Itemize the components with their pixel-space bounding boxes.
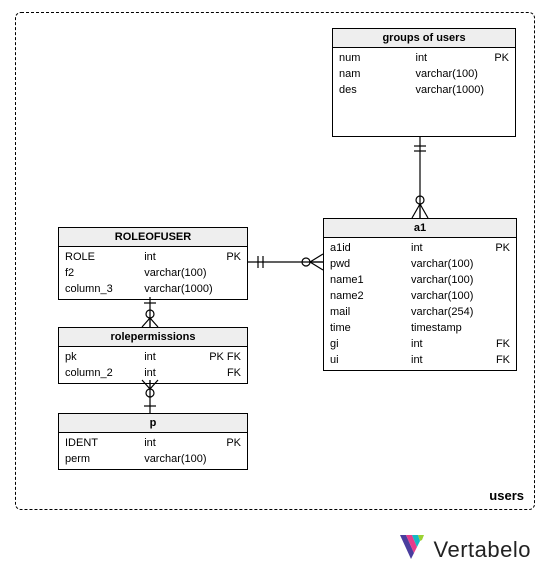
col-type: varchar(100) [144,452,217,466]
table-row: IDENT int PK [59,435,247,451]
col-type: varchar(1000) [144,282,217,296]
table-row: time timestamp [324,320,516,336]
col-key [486,289,510,303]
col-key: PK [486,241,510,255]
col-key [486,273,510,287]
col-key [217,266,241,280]
area-label: users [489,488,524,503]
entity-title: groups of users [333,29,515,48]
brand: Vertabelo [400,535,531,564]
col-key: PK [217,250,241,264]
entity-roleofuser[interactable]: ROLEOFUSER ROLE int PK f2 varchar(100) c… [58,227,248,300]
col-name: ui [330,353,411,367]
col-key [217,452,241,466]
col-name: nam [339,67,416,81]
col-name: pwd [330,257,411,271]
col-name: time [330,321,411,335]
col-type: int [411,337,486,351]
col-name: gi [330,337,411,351]
entity-body: a1id int PK pwd varchar(100) name1 varch… [324,238,516,370]
col-key: PK [485,51,509,65]
col-key [486,257,510,271]
col-type: varchar(100) [416,67,486,81]
table-row: mail varchar(254) [324,304,516,320]
table-row: pk int PK FK [59,349,247,365]
col-name: a1id [330,241,411,255]
col-type: int [416,51,486,65]
col-name: name1 [330,273,411,287]
entity-body: pk int PK FK column_2 int FK [59,347,247,383]
col-type: int [144,366,201,380]
col-name: column_3 [65,282,144,296]
brand-logo-icon [400,535,428,564]
col-type: varchar(100) [411,257,486,271]
col-type: int [144,436,217,450]
col-name: num [339,51,416,65]
table-row: perm varchar(100) [59,451,247,467]
col-type: timestamp [411,321,486,335]
entity-groups[interactable]: groups of users num int PK nam varchar(1… [332,28,516,137]
table-row: name2 varchar(100) [324,288,516,304]
col-type: int [144,350,201,364]
col-key: PK [217,436,241,450]
entity-body: num int PK nam varchar(100) des varchar(… [333,48,515,136]
col-key: FK [486,353,510,367]
table-row: num int PK [333,50,515,66]
entity-title: a1 [324,219,516,238]
entity-title: rolepermissions [59,328,247,347]
entity-body: ROLE int PK f2 varchar(100) column_3 var… [59,247,247,299]
col-key [486,305,510,319]
entity-a1[interactable]: a1 a1id int PK pwd varchar(100) name1 va… [323,218,517,371]
col-key [217,282,241,296]
table-row: ROLE int PK [59,249,247,265]
table-row: name1 varchar(100) [324,272,516,288]
col-type: int [411,353,486,367]
entity-p[interactable]: p IDENT int PK perm varchar(100) [58,413,248,470]
entity-title: p [59,414,247,433]
table-row: f2 varchar(100) [59,265,247,281]
table-row: nam varchar(100) [333,66,515,82]
entity-body: IDENT int PK perm varchar(100) [59,433,247,469]
entity-title: ROLEOFUSER [59,228,247,247]
col-name: column_2 [65,366,144,380]
col-key: FK [486,337,510,351]
col-type: varchar(254) [411,305,486,319]
col-key: PK FK [201,350,241,364]
table-row: column_2 int FK [59,365,247,381]
col-type: varchar(100) [144,266,217,280]
table-row: column_3 varchar(1000) [59,281,247,297]
col-name: perm [65,452,144,466]
table-row: pwd varchar(100) [324,256,516,272]
col-key: FK [201,366,241,380]
col-type: int [144,250,217,264]
col-type: varchar(1000) [416,83,486,97]
col-key [486,321,510,335]
col-key [485,67,509,81]
table-row: a1id int PK [324,240,516,256]
col-type: int [411,241,486,255]
col-name: pk [65,350,144,364]
col-name: f2 [65,266,144,280]
table-row: des varchar(1000) [333,82,515,98]
col-name: name2 [330,289,411,303]
entity-rolepermissions[interactable]: rolepermissions pk int PK FK column_2 in… [58,327,248,384]
col-name: mail [330,305,411,319]
col-type: varchar(100) [411,289,486,303]
col-key [485,83,509,97]
col-name: ROLE [65,250,144,264]
col-name: des [339,83,416,97]
table-row: gi int FK [324,336,516,352]
col-type: varchar(100) [411,273,486,287]
col-name: IDENT [65,436,144,450]
table-row: ui int FK [324,352,516,368]
brand-text: Vertabelo [434,537,531,563]
